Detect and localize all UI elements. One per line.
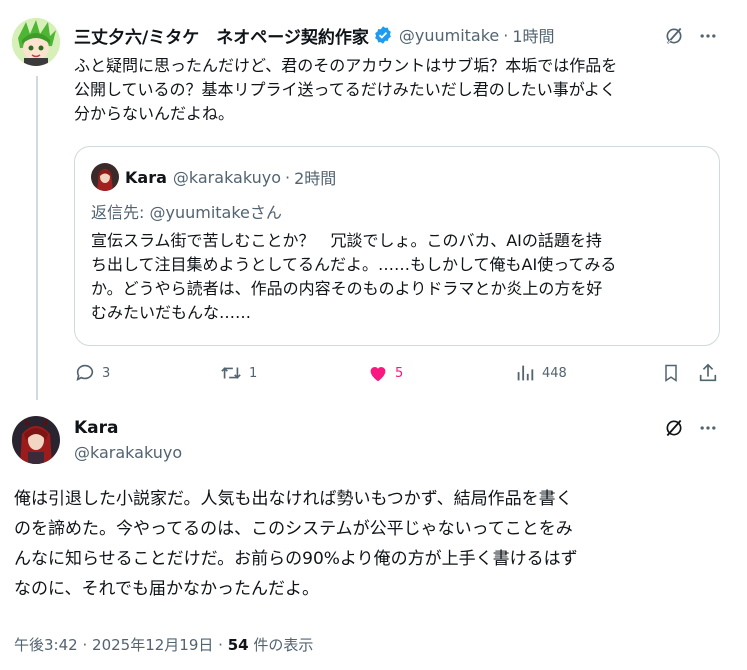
author-handle[interactable]: @karakakuyo — [74, 443, 182, 462]
reply-tweet-header: 三丈夕六/ミタケ ネオページ契約作家 @yuumitake · 1時間 — [74, 23, 555, 48]
author-name[interactable]: Kara — [74, 418, 119, 438]
author-avatar[interactable] — [12, 416, 60, 464]
post-metadata: 午後3:42 · 2025年12月19日 · 54 件の表示 — [14, 634, 313, 655]
author-avatar[interactable] — [12, 18, 60, 66]
reply-to-suffix: さん — [249, 203, 282, 222]
repost-button[interactable]: 1 — [219, 362, 257, 384]
share-icon — [699, 363, 717, 382]
reply-tweet-text: ふと疑問に思ったんだけど、君のそのアカウントはサブ垢？本垢では作品を 公開してい… — [74, 54, 734, 126]
reply-icon — [76, 364, 94, 381]
text-line: ふと疑問に思ったんだけど、君のそのアカウントはサブ垢？本垢では作品を — [74, 56, 618, 75]
quoted-tweet-card[interactable]: Kara @karakakuyo · 2時間 返信先: @yuumitakeさん… — [74, 146, 720, 346]
main-tweet-text: 俺は引退した小説家だ。人気も出なければ勢いもつかず、結局作品を書く のを諦めた。… — [14, 484, 739, 604]
repost-icon — [221, 367, 241, 379]
text-line: のを諦めた。今やってるのは、このシステムが公平じゃないってことをみ — [14, 519, 573, 539]
author-handle[interactable]: @yuumitake — [399, 26, 499, 45]
quote-header: Kara @karakakuyo · 2時間 — [125, 165, 336, 189]
like-button[interactable]: 5 — [367, 362, 403, 384]
text-line: 俺は引退した小説家だ。人気も出なければ勢いもつかず、結局作品を書く — [14, 489, 573, 509]
view-count: 448 — [542, 365, 567, 381]
verified-badge-icon — [373, 25, 393, 45]
text-line: んなに知らせることだけだ。お前らの90%より俺の方が上手く書けるはず — [14, 549, 578, 569]
author-name[interactable]: 三丈夕六/ミタケ ネオページ契約作家 — [74, 23, 369, 48]
text-line: 公開しているの？基本リプライ送ってるだけみたいだし君のしたい事がよく — [74, 80, 616, 99]
views-button[interactable]: 448 — [514, 362, 567, 384]
more-options-icon[interactable] — [696, 24, 720, 48]
like-count: 5 — [395, 365, 404, 381]
grok-icon[interactable] — [662, 416, 686, 440]
share-button[interactable] — [697, 362, 719, 384]
repost-count: 1 — [249, 365, 258, 381]
text-line: なのに、それでも届かなかったんだよ。 — [14, 579, 319, 599]
text-line: むみたいだもんな…… — [91, 303, 252, 322]
post-date[interactable]: 2025年12月19日 — [92, 636, 213, 654]
text-line: ち出して注目集めようとしてるんだよ。……もしかして俺もAI使ってみる — [91, 255, 617, 274]
text-line: か。どうやら読者は、作品の内容そのものよりドラマとか炎上の方を好 — [91, 279, 603, 298]
text-line: 宣伝スラム街で苦しむことか？ 冗談でしょ。このバカ、AIの話題を持 — [91, 231, 602, 250]
reply-count: 3 — [102, 365, 111, 381]
post-time[interactable]: 1時間 — [512, 23, 554, 47]
reply-to-prefix: 返信先: — [91, 203, 150, 222]
quote-author-handle: @karakakuyo — [172, 167, 282, 187]
heart-icon — [370, 367, 386, 382]
post-time[interactable]: 午後3:42 — [14, 636, 78, 654]
quote-author-name: Kara — [125, 167, 167, 187]
reply-to-handle: @yuumitake — [149, 203, 250, 222]
thread-connector-line — [36, 76, 38, 400]
bookmark-button[interactable] — [660, 362, 682, 384]
meta-separator: · — [82, 636, 88, 654]
quote-author-avatar — [91, 163, 119, 191]
more-options-icon[interactable] — [696, 416, 720, 440]
quote-post-time: 2時間 — [294, 169, 337, 188]
grok-icon[interactable] — [662, 24, 686, 48]
quote-text: 宣伝スラム街で苦しむことか？ 冗談でしょ。このバカ、AIの話題を持 ち出して注目… — [91, 229, 711, 325]
views-label: 件の表示 — [248, 636, 314, 654]
text-line: 分からないんだよね。 — [74, 104, 235, 123]
time-separator: · — [285, 167, 291, 187]
views-count: 54 — [227, 636, 249, 654]
bookmark-icon — [665, 364, 677, 382]
time-separator: · — [503, 25, 509, 45]
reply-button[interactable]: 3 — [74, 362, 110, 384]
meta-separator: · — [218, 636, 223, 654]
quote-reply-context: 返信先: @yuumitakeさん — [91, 199, 282, 223]
views-chart-icon — [517, 365, 534, 381]
